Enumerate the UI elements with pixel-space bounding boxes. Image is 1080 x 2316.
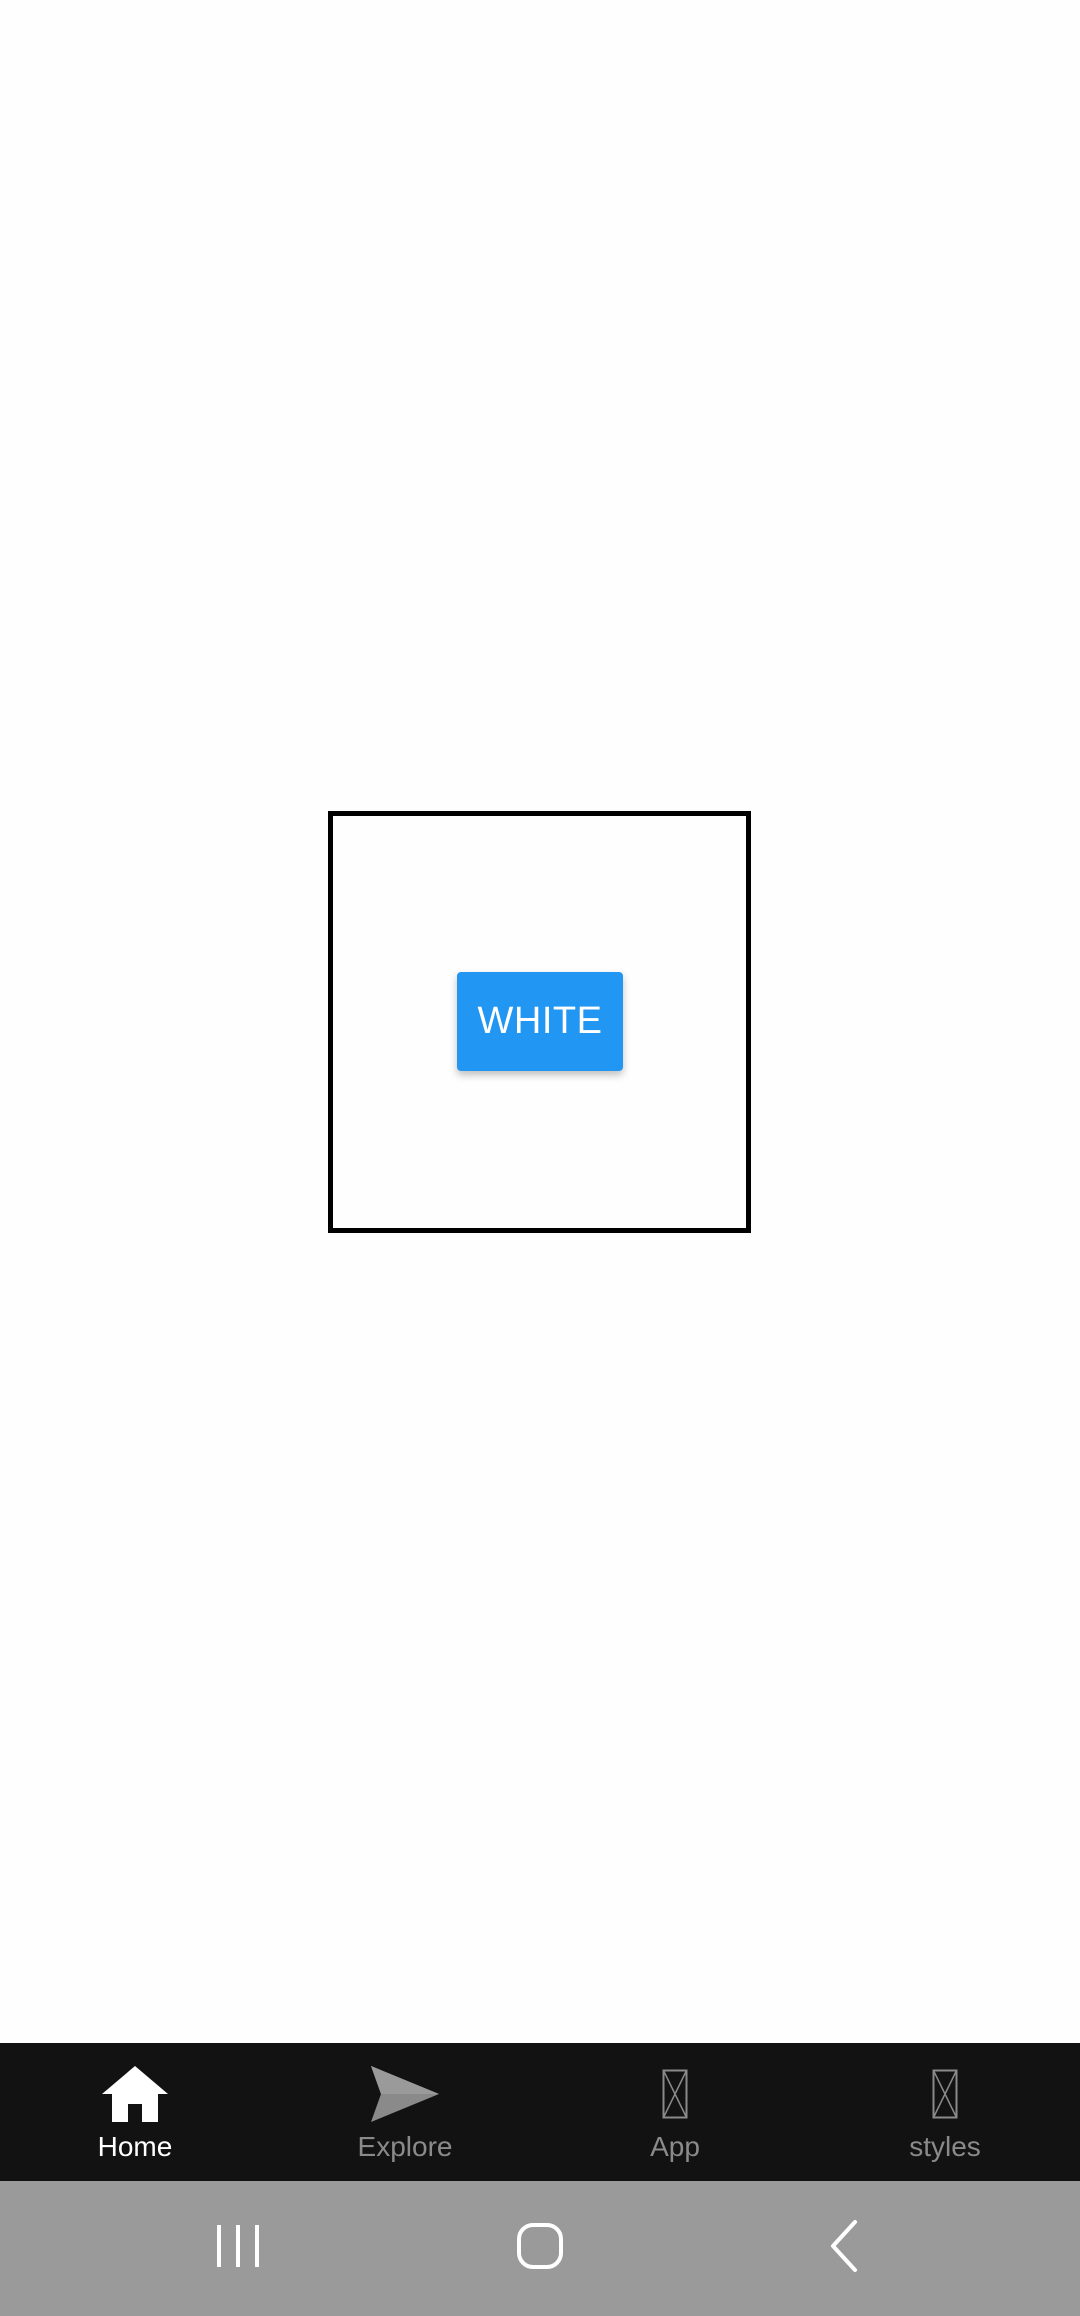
tab-label-app: App [650, 2131, 700, 2162]
recent-apps-button[interactable] [168, 2181, 308, 2316]
tab-app[interactable]: App [540, 2043, 810, 2181]
home-nav-button[interactable] [470, 2181, 610, 2316]
app-screen: WHITE Home Explore App styles [0, 0, 1080, 2316]
tab-styles[interactable]: styles [810, 2043, 1080, 2181]
back-nav-button[interactable] [775, 2181, 915, 2316]
bottom-tab-bar: Home Explore App styles [0, 2043, 1080, 2181]
missing-glyph-icon [662, 2063, 688, 2125]
recent-apps-icon [213, 2221, 263, 2276]
home-icon [100, 2063, 170, 2125]
tab-home[interactable]: Home [0, 2043, 270, 2181]
send-icon [369, 2063, 441, 2125]
tab-label-explore: Explore [357, 2131, 453, 2162]
system-navigation-bar [0, 2181, 1080, 2316]
home-circle-icon [515, 2221, 565, 2276]
white-button[interactable]: WHITE [457, 972, 623, 1071]
tab-explore[interactable]: Explore [270, 2043, 540, 2181]
tab-label-home: Home [97, 2131, 173, 2162]
main-content: WHITE [0, 0, 1080, 2043]
missing-glyph-icon [932, 2063, 958, 2125]
back-chevron-icon [825, 2218, 865, 2279]
tab-label-styles: styles [909, 2131, 981, 2162]
